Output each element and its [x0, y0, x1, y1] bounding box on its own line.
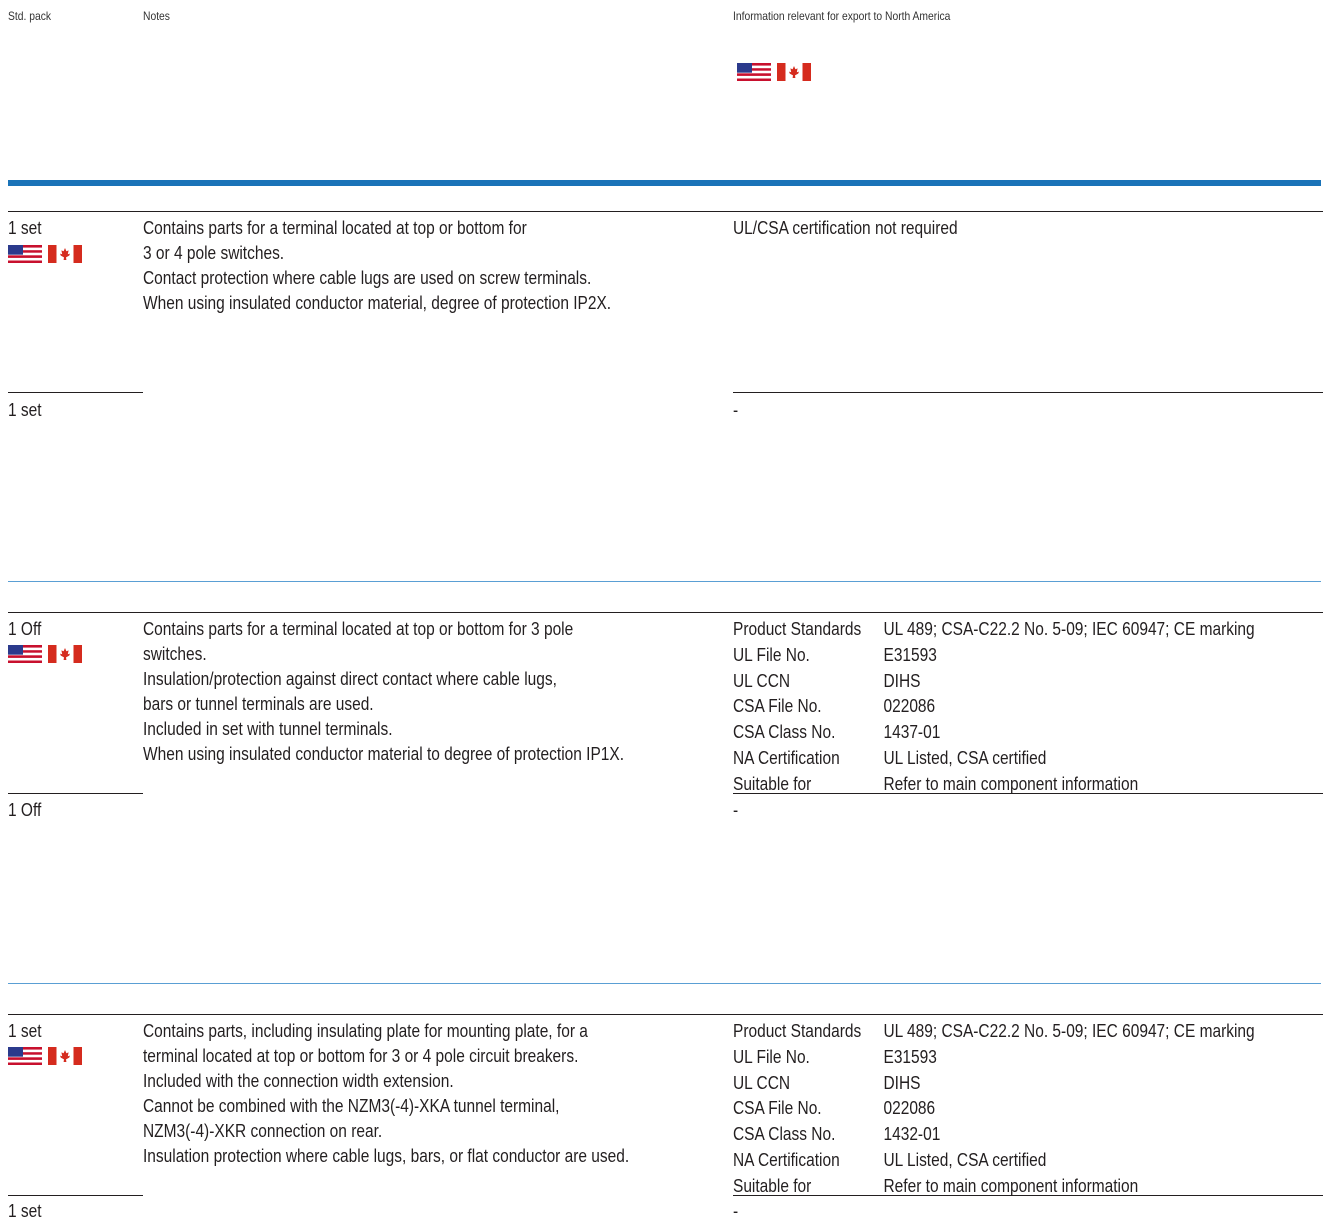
- spec-label: Product Standards: [733, 619, 862, 639]
- std-pack-value: 1 set: [8, 1021, 42, 1041]
- spec-value: 1432-01: [883, 1124, 941, 1145]
- row-top-rule: [8, 1014, 1323, 1015]
- na-flags: [8, 1047, 82, 1065]
- section-separator: [8, 581, 1321, 582]
- spec-table: Product Standards UL 489; CSA-C22.2 No. …: [733, 617, 1255, 798]
- spec-value: E31593: [883, 644, 937, 665]
- notes-text: Contains parts for a terminal located at…: [143, 617, 624, 767]
- row-top-rule: [8, 211, 1323, 212]
- std-pack-value: 1 set: [8, 218, 42, 238]
- notes-line: When using insulated conductor material …: [143, 744, 625, 764]
- notes-line: bars or tunnel terminals are used.: [143, 694, 374, 714]
- spec-label: UL CCN: [733, 670, 791, 691]
- spec-value: 022086: [883, 1098, 936, 1119]
- notes-line: Insulation protection where cable lugs, …: [143, 1146, 630, 1166]
- spec-row: UL File No. E31593: [733, 643, 1255, 669]
- spec-label: CSA File No.: [733, 696, 822, 717]
- spec-label: UL CCN: [733, 1072, 791, 1093]
- section-divider-bar: [8, 180, 1321, 186]
- spec-row: CSA File No. 022086: [733, 694, 1255, 720]
- spec-label: UL File No.: [733, 1046, 810, 1067]
- std-pack-value: 1 Off: [8, 800, 42, 820]
- info-rule: [733, 793, 1323, 794]
- std-pack-rule: [8, 392, 143, 393]
- spec-value: UL 489; CSA-C22.2 No. 5-09; IEC 60947; C…: [883, 1021, 1255, 1041]
- canada-flag-icon: [48, 245, 82, 263]
- spec-row: UL File No. E31593: [733, 1045, 1255, 1071]
- spec-value: UL Listed, CSA certified: [883, 1149, 1047, 1170]
- spec-value: 022086: [883, 696, 936, 717]
- spec-row: CSA Class No. 1432-01: [733, 1122, 1255, 1148]
- us-flag-icon: [737, 63, 771, 81]
- certification-note: UL/CSA certification not required: [733, 218, 958, 238]
- canada-flag-icon: [48, 1047, 82, 1065]
- spec-value: UL 489; CSA-C22.2 No. 5-09; IEC 60947; C…: [883, 619, 1255, 639]
- spec-row: Product Standards UL 489; CSA-C22.2 No. …: [733, 1019, 1255, 1045]
- canada-flag-icon: [48, 645, 82, 663]
- std-pack-value: 1 set: [8, 400, 42, 420]
- std-pack-value: 1 Off: [8, 619, 42, 639]
- notes-line: NZM3(-4)-XKR connection on rear.: [143, 1121, 383, 1141]
- std-pack-rule: [8, 1195, 143, 1196]
- notes-line: terminal located at top or bottom for 3 …: [143, 1046, 579, 1066]
- spec-row: CSA File No. 022086: [733, 1096, 1255, 1122]
- spec-row: NA Certification UL Listed, CSA certifie…: [733, 1148, 1255, 1174]
- na-flags: [8, 245, 82, 263]
- us-flag-icon: [8, 1047, 42, 1065]
- canada-flag-icon: [777, 63, 811, 81]
- spec-label: CSA File No.: [733, 1098, 822, 1119]
- spec-row: UL CCN DIHS: [733, 669, 1255, 695]
- notes-line: When using insulated conductor material,…: [143, 293, 612, 313]
- product-notes-page: Std. pack Notes Information relevant for…: [0, 0, 1324, 1222]
- spec-table: Product Standards UL 489; CSA-C22.2 No. …: [733, 1019, 1255, 1200]
- info-rule: [733, 1195, 1323, 1196]
- column-header-std-pack: Std. pack: [8, 9, 52, 23]
- notes-line: Cannot be combined with the NZM3(-4)-XKA…: [143, 1096, 560, 1116]
- spec-row: Product Standards UL 489; CSA-C22.2 No. …: [733, 617, 1255, 643]
- std-pack-rule: [8, 793, 143, 794]
- section-separator: [8, 983, 1321, 984]
- info-value: -: [733, 800, 739, 820]
- us-flag-icon: [8, 645, 42, 663]
- info-rule: [733, 392, 1323, 393]
- spec-label: UL File No.: [733, 644, 810, 665]
- spec-row: UL CCN DIHS: [733, 1071, 1255, 1097]
- notes-line: Included with the connection width exten…: [143, 1071, 454, 1091]
- row-top-rule: [8, 612, 1323, 613]
- notes-text: Contains parts, including insulating pla…: [143, 1019, 629, 1169]
- info-value: -: [733, 400, 739, 420]
- notes-line: Contains parts, including insulating pla…: [143, 1021, 588, 1041]
- spec-label: Product Standards: [733, 1021, 862, 1041]
- notes-text: Contains parts for a terminal located at…: [143, 216, 611, 316]
- spec-value: 1437-01: [883, 722, 941, 743]
- spec-label: NA Certification: [733, 1149, 840, 1170]
- spec-row: NA Certification UL Listed, CSA certifie…: [733, 746, 1255, 772]
- notes-line: 3 or 4 pole switches.: [143, 243, 285, 263]
- notes-line: switches.: [143, 644, 207, 664]
- us-flag-icon: [8, 245, 42, 263]
- std-pack-value: 1 set: [8, 1201, 42, 1221]
- spec-label: NA Certification: [733, 747, 840, 768]
- notes-line: Insulation/protection against direct con…: [143, 669, 557, 689]
- header-flags: [737, 63, 811, 81]
- spec-value: UL Listed, CSA certified: [883, 747, 1047, 768]
- spec-label: CSA Class No.: [733, 722, 836, 743]
- spec-row: CSA Class No. 1437-01: [733, 720, 1255, 746]
- column-header-north-america-info: Information relevant for export to North…: [733, 9, 951, 23]
- notes-line: Included in set with tunnel terminals.: [143, 719, 393, 739]
- spec-label: CSA Class No.: [733, 1124, 836, 1145]
- notes-line: Contains parts for a terminal located at…: [143, 619, 574, 639]
- column-header-notes: Notes: [143, 9, 170, 23]
- na-flags: [8, 645, 82, 663]
- info-value: -: [733, 1201, 739, 1221]
- notes-line: Contains parts for a terminal located at…: [143, 218, 527, 238]
- spec-value: DIHS: [883, 670, 921, 691]
- notes-line: Contact protection where cable lugs are …: [143, 268, 592, 288]
- spec-value: DIHS: [883, 1072, 921, 1093]
- spec-value: E31593: [883, 1046, 937, 1067]
